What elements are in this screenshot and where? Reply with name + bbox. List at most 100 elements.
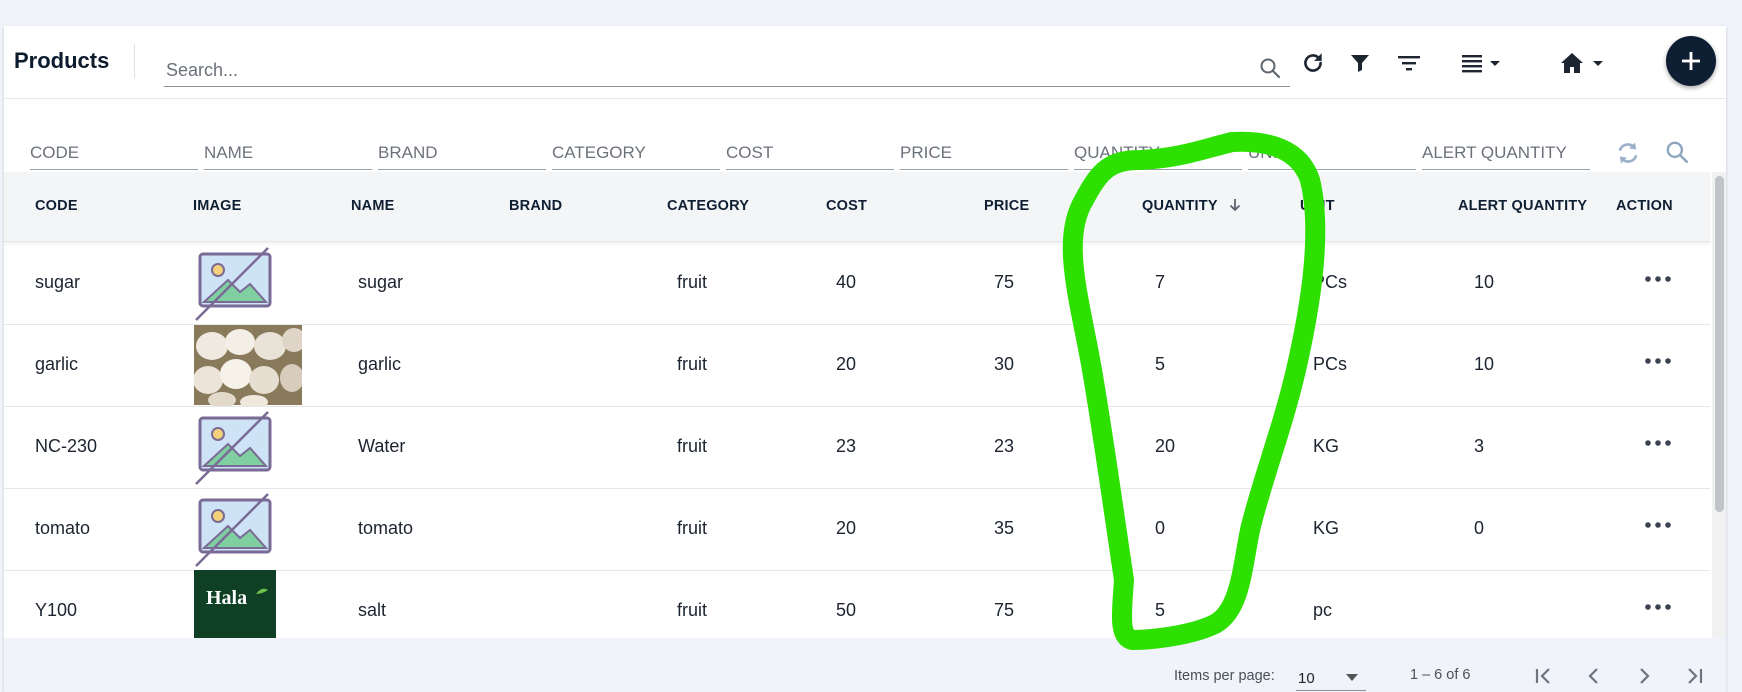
cell-cost: 20 (836, 518, 857, 538)
columns-menu-icon[interactable] (1460, 48, 1508, 78)
code-filter-input[interactable] (30, 137, 198, 163)
cell-alert-quantity: 10 (1474, 354, 1495, 374)
table-body: sugar sugar fruit 40 75 7 PCs 10 garlic … (4, 242, 1710, 638)
price-filter-input[interactable] (900, 137, 1068, 163)
cell-code: tomato (35, 518, 91, 538)
cell-cost: 23 (836, 436, 857, 456)
search-icon[interactable] (1258, 56, 1282, 85)
unit-filter[interactable] (1248, 137, 1416, 170)
search-field[interactable] (164, 50, 1290, 87)
add-product-button[interactable] (1666, 36, 1716, 86)
table-row[interactable]: NC-230 Water fruit 23 23 20 KG 3 (4, 406, 1710, 489)
cell-quantity: 7 (1155, 272, 1166, 292)
cell-name: sugar (358, 272, 404, 292)
items-per-page-label: Items per page: (1174, 668, 1275, 684)
quantity-filter[interactable] (1074, 137, 1242, 170)
more-actions-icon[interactable] (1644, 272, 1672, 291)
paginator: Items per page: 10 1 – 6 of 6 (4, 638, 1726, 692)
cell-price: 35 (994, 518, 1015, 538)
name-filter[interactable] (204, 137, 372, 170)
reset-filters-icon[interactable] (1614, 139, 1642, 172)
alert-quantity-filter-input[interactable] (1422, 137, 1590, 163)
next-page-icon[interactable] (1632, 664, 1656, 692)
cell-price: 30 (994, 354, 1015, 374)
header-code[interactable]: CODE (35, 198, 78, 214)
header-price[interactable]: PRICE (984, 198, 1029, 214)
cell-quantity: 20 (1155, 436, 1176, 456)
chevron-down-icon (1346, 674, 1358, 681)
header-image: IMAGE (193, 198, 242, 214)
funnel-filter-icon[interactable] (1348, 48, 1372, 78)
apply-filters-search-icon[interactable] (1664, 139, 1690, 170)
cell-price: 75 (994, 600, 1015, 620)
search-input[interactable] (164, 56, 1238, 84)
cell-name: tomato (358, 518, 414, 538)
table-header: CODE IMAGE NAME BRAND CATEGORY COST PRIC… (4, 172, 1710, 242)
cell-cost: 50 (836, 600, 857, 620)
cell-name: salt (358, 600, 387, 620)
header-quantity[interactable]: QUANTITY (1142, 198, 1242, 214)
previous-page-icon[interactable] (1582, 664, 1606, 692)
hala-logo-text: Hala (206, 587, 247, 609)
header-quantity-label: QUANTITY (1142, 198, 1218, 214)
table-row[interactable]: Y100 Hala salt fruit 50 75 5 pc (4, 570, 1710, 638)
cell-category: fruit (677, 436, 708, 456)
price-filter[interactable] (900, 137, 1068, 170)
garlic-photo (193, 324, 306, 409)
cell-cost: 20 (836, 354, 857, 374)
alert-quantity-filter[interactable] (1422, 137, 1590, 170)
scrollbar-thumb[interactable] (1715, 176, 1724, 512)
cell-price: 23 (994, 436, 1015, 456)
image-placeholder-icon (194, 406, 302, 488)
products-card: Products Search... CODE NAME BRAND CATEG… (4, 26, 1726, 692)
cost-filter[interactable] (726, 137, 894, 170)
filter-list-icon[interactable] (1396, 48, 1422, 78)
table-row[interactable]: garlic garlic fruit 20 30 5 PCs 10 (4, 324, 1710, 409)
header-cost[interactable]: COST (826, 198, 867, 214)
header-unit[interactable]: UNIT (1300, 198, 1335, 214)
cost-filter-input[interactable] (726, 137, 894, 163)
table-row[interactable]: sugar sugar fruit 40 75 7 PCs 10 (4, 242, 1710, 325)
cell-code: sugar (35, 272, 81, 292)
page-title: Products (14, 48, 110, 73)
home-menu-icon[interactable] (1559, 48, 1611, 78)
code-filter[interactable] (30, 137, 198, 170)
category-filter[interactable] (552, 137, 720, 170)
cell-category: fruit (677, 354, 708, 374)
cell-alert-quantity: 3 (1474, 436, 1485, 456)
unit-filter-input[interactable] (1248, 137, 1416, 163)
toolbar: Products (4, 26, 1726, 98)
cell-name: garlic (358, 354, 402, 374)
header-alert-quantity[interactable]: ALERT QUANTITY (1458, 198, 1587, 214)
quantity-filter-input[interactable] (1074, 137, 1242, 163)
brand-filter[interactable] (378, 137, 546, 170)
header-category[interactable]: CATEGORY (667, 198, 749, 214)
more-actions-icon[interactable] (1644, 436, 1672, 455)
more-actions-icon[interactable] (1644, 354, 1672, 373)
cell-category: fruit (677, 600, 708, 620)
cell-category: fruit (677, 272, 708, 292)
brand-filter-input[interactable] (378, 137, 546, 163)
title-divider (134, 44, 135, 78)
last-page-icon[interactable] (1682, 664, 1706, 692)
sort-arrow-down-icon (1229, 199, 1240, 212)
cell-unit: PCs (1313, 354, 1348, 374)
refresh-icon[interactable] (1300, 48, 1326, 78)
page-size-select[interactable]: 10 (1296, 660, 1366, 691)
cell-alert-quantity: 0 (1474, 518, 1485, 538)
more-actions-icon[interactable] (1644, 600, 1672, 619)
cell-unit: KG (1313, 436, 1340, 456)
more-actions-icon[interactable] (1644, 518, 1672, 537)
cell-quantity: 0 (1155, 518, 1166, 538)
page-size-value: 10 (1298, 670, 1315, 687)
image-placeholder-icon (194, 488, 302, 570)
cell-code: garlic (35, 354, 79, 374)
category-filter-input[interactable] (552, 137, 720, 163)
image-placeholder-icon (194, 242, 302, 324)
cell-unit: pc (1313, 600, 1333, 620)
name-filter-input[interactable] (204, 137, 372, 163)
header-brand[interactable]: BRAND (509, 198, 562, 214)
table-row[interactable]: tomato tomato fruit 20 35 0 KG 0 (4, 488, 1710, 571)
header-name[interactable]: NAME (351, 198, 395, 214)
first-page-icon[interactable] (1532, 664, 1556, 692)
